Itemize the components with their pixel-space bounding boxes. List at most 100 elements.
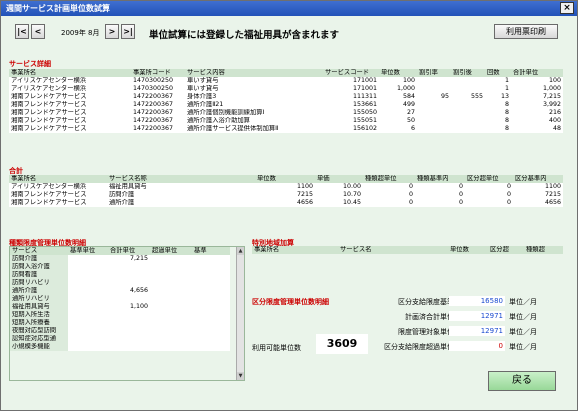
list-item[interactable]: 通所介護 4,656 — [10, 287, 230, 295]
month-label: 2009年 8月 — [61, 29, 100, 37]
column-header: 基準単位 — [68, 247, 108, 255]
table-cell — [150, 311, 192, 319]
table-cell: 通所介護サービス提供体制加算Ⅱ — [185, 125, 323, 133]
table-cell: 1,100 — [108, 303, 150, 311]
limit-value: 12971 — [449, 326, 505, 336]
table-row[interactable]: 湘南フレンドケアサービス 1472200367 通所介護サービス提供体制加算Ⅱ 156… — [9, 125, 563, 133]
table-cell: 通所介護入浴介助加算 — [185, 117, 323, 125]
table-cell: 短期入所生活 — [10, 311, 68, 319]
table-cell: 27 — [379, 109, 417, 117]
table-cell: 0 — [363, 199, 415, 207]
table-cell: 通所介護 — [10, 287, 68, 295]
table-cell: 短期入所療養 — [10, 319, 68, 327]
table-cell: 8 — [485, 117, 511, 125]
table-cell: 1472200367 — [131, 117, 185, 125]
table-cell: 171001 — [323, 77, 379, 85]
total-table: 事業所名 サービス名称 単位数 単価 種類超単位 種類基準内 区分超単位 区分基準内 アイリス… — [9, 175, 563, 207]
last-month-button[interactable]: >| — [121, 24, 135, 39]
table-cell — [68, 319, 108, 327]
table-row[interactable]: 湘南フレンドケアサービス 1472200367 通所介護Ⅱ21 153661 499 8 3… — [9, 101, 563, 109]
table-cell — [108, 295, 150, 303]
table-cell: 訪問リハビリ — [10, 279, 68, 287]
table-cell — [192, 263, 230, 271]
table-cell — [417, 85, 451, 93]
table-cell — [451, 101, 485, 109]
table-cell — [417, 117, 451, 125]
column-header: 事業所名 — [9, 69, 131, 77]
table-row[interactable]: 湘南フレンドケアサービス 1472200367 通所介護入浴介助加算 155051 50… — [9, 117, 563, 125]
table-cell: 身体介護3 — [185, 93, 323, 101]
table-cell: 3,992 — [511, 101, 563, 109]
table-cell — [192, 271, 230, 279]
table-cell: 湘南フレンドケアサービス — [9, 117, 131, 125]
list-item[interactable]: 訪問入浴介護 — [10, 263, 230, 271]
table-cell: 0 — [415, 191, 465, 199]
table-row[interactable]: 湘南フレンドケアサービス 通所介護 4656 10.45 0 0 0 4656 — [9, 199, 563, 207]
table-cell: 認知症対応型通 — [10, 335, 68, 343]
type-limit-scrollbar[interactable]: ▲ ▼ — [236, 247, 244, 380]
special-area-table: 事業所名 サービス名 単位数 区分超 種類超 — [252, 246, 563, 254]
service-detail-table: 事業所名 事業所コード サービス内容 サービスコード 単位数 割引率 割引後 回数 合計単位 ア… — [9, 69, 563, 133]
column-header: 割引後 — [451, 69, 485, 77]
column-header: 回数 — [485, 69, 511, 77]
table-cell: 湘南フレンドケアサービス — [9, 93, 131, 101]
table-row[interactable]: アイリスケアセンター横浜 1470300250 車いす貸与 171001 1,000 1 1… — [9, 85, 563, 93]
table-cell: 10.45 — [315, 199, 363, 207]
table-row[interactable]: アイリスケアセンター横浜 1470300250 車いす貸与 171001 100 1 100 — [9, 77, 563, 85]
list-item[interactable]: 訪問介護 7,215 — [10, 255, 230, 263]
limit-unit: 単位／月 — [509, 313, 537, 321]
table-cell — [150, 327, 192, 335]
list-item[interactable]: 認知症対応型通 — [10, 335, 230, 343]
table-cell: 1100 — [513, 183, 563, 191]
table-cell — [192, 303, 230, 311]
table-row[interactable]: 湘南フレンドケアサービス 1472200367 身体介護3 111311 584 95 55… — [9, 93, 563, 101]
table-cell: 171001 — [323, 85, 379, 93]
table-cell — [417, 125, 451, 133]
list-item[interactable]: 小規模多機能 — [10, 343, 230, 351]
first-month-button[interactable]: |< — [15, 24, 29, 39]
table-cell — [150, 271, 192, 279]
limit-unit: 単位／月 — [509, 343, 537, 351]
column-header: サービス名 — [338, 246, 448, 254]
table-row[interactable]: 湘南フレンドケアサービス 1472200367 通所介護個別機能訓練加算Ⅰ 15505… — [9, 109, 563, 117]
table-cell — [150, 295, 192, 303]
table-cell: 福祉用具貸与 — [107, 183, 255, 191]
list-item[interactable]: 短期入所療養 — [10, 319, 230, 327]
table-cell: 0 — [465, 183, 513, 191]
column-header: サービス内容 — [185, 69, 323, 77]
scroll-up-icon[interactable]: ▲ — [237, 247, 244, 255]
available-units-label: 利用可能単位数 — [252, 344, 301, 352]
list-item[interactable]: 福祉用具貸与 1,100 — [10, 303, 230, 311]
table-cell: 訪問看護 — [10, 271, 68, 279]
table-cell: 1472200367 — [131, 109, 185, 117]
table-cell: 湘南フレンドケアサービス — [9, 125, 131, 133]
table-cell — [108, 327, 150, 335]
list-item[interactable]: 訪問看護 — [10, 271, 230, 279]
table-cell — [451, 85, 485, 93]
column-header: 合計単位 — [511, 69, 563, 77]
table-cell: 48 — [511, 125, 563, 133]
table-row[interactable]: アイリスケアセンター横浜 福祉用具貸与 1100 10.00 0 0 0 1100 — [9, 183, 563, 191]
list-item[interactable]: 訪問リハビリ — [10, 279, 230, 287]
limit-unit: 単位／月 — [509, 328, 537, 336]
table-cell: 7,215 — [108, 255, 150, 263]
list-item[interactable]: 短期入所生活 — [10, 311, 230, 319]
table-cell: 4656 — [513, 199, 563, 207]
table-cell: 福祉用具貸与 — [10, 303, 68, 311]
table-row[interactable]: 湘南フレンドケアサービス 訪問介護 7215 10.70 0 0 0 7215 — [9, 191, 563, 199]
list-item[interactable]: 夜間対応型訪問 — [10, 327, 230, 335]
list-item[interactable]: 通所リハビリ — [10, 295, 230, 303]
prev-month-button[interactable]: < — [31, 24, 45, 39]
print-usage-button[interactable]: 利用票印刷 — [494, 24, 558, 39]
table-cell — [68, 295, 108, 303]
back-button[interactable]: 戻る — [488, 371, 556, 391]
scroll-down-icon[interactable]: ▼ — [237, 372, 244, 380]
table-cell: 0 — [363, 183, 415, 191]
next-month-button[interactable]: > — [105, 24, 119, 39]
table-cell: 1472200367 — [131, 125, 185, 133]
table-cell — [68, 335, 108, 343]
table-cell: 湘南フレンドケアサービス — [9, 199, 107, 207]
close-button[interactable]: × — [560, 2, 574, 14]
table-cell: 8 — [485, 109, 511, 117]
service-detail-title: サービス詳細 — [9, 60, 51, 68]
